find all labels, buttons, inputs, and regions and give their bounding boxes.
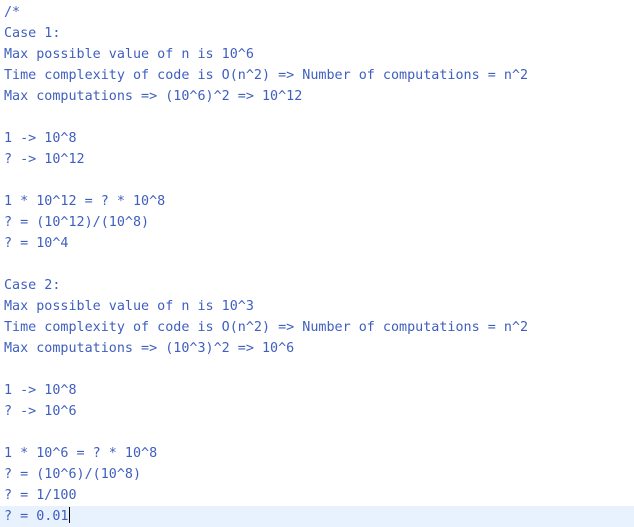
code-line[interactable]: Case 2: [0, 275, 634, 296]
code-line[interactable] [0, 107, 634, 128]
code-editor[interactable]: /* Case 1: Max possible value of n is 10… [0, 0, 634, 527]
code-line-text: Max computations => (10^3)^2 => 10^6 [4, 341, 295, 356]
code-line[interactable]: 1 * 10^6 = ? * 10^8 [0, 443, 634, 464]
code-line[interactable]: Max computations => (10^6)^2 => 10^12 [0, 86, 634, 107]
code-line-text: Max possible value of n is 10^6 [4, 47, 254, 62]
code-line-text: Case 1: [4, 26, 61, 41]
code-line[interactable]: Max computations => (10^3)^2 => 10^6 [0, 338, 634, 359]
code-line[interactable]: ? -> 10^6 [0, 401, 634, 422]
code-line-text: /* [4, 5, 21, 20]
code-line[interactable]: 1 * 10^12 = ? * 10^8 [0, 191, 634, 212]
code-line[interactable]: ? = 1/100 [0, 485, 634, 506]
code-line-text: Max possible value of n is 10^3 [4, 299, 254, 314]
code-line-text: 1 -> 10^8 [4, 383, 77, 398]
code-line-text: 1 * 10^6 = ? * 10^8 [4, 446, 158, 461]
code-line[interactable]: ? = 10^4 [0, 233, 634, 254]
code-line[interactable] [0, 422, 634, 443]
code-line-text: ? = (10^6)/(10^8) [4, 467, 142, 482]
code-line-text: ? = (10^12)/(10^8) [4, 215, 150, 230]
text-cursor [68, 507, 70, 523]
code-line-text: Time complexity of code is O(n^2) => Num… [4, 320, 529, 335]
code-line[interactable] [0, 359, 634, 380]
code-line[interactable]: Max possible value of n is 10^3 [0, 296, 634, 317]
code-line-text: Case 2: [4, 278, 61, 293]
code-line[interactable]: ? -> 10^12 [0, 149, 634, 170]
code-line[interactable]: /* [0, 2, 634, 23]
code-line[interactable]: Time complexity of code is O(n^2) => Num… [0, 65, 634, 86]
code-line-text: ? = 1/100 [4, 488, 77, 503]
code-line-text: ? = 10^4 [4, 236, 69, 251]
code-line-text: ? -> 10^6 [4, 404, 77, 419]
code-line[interactable]: 1 -> 10^8 [0, 128, 634, 149]
code-line[interactable] [0, 170, 634, 191]
code-line[interactable]: Case 1: [0, 23, 634, 44]
code-line[interactable]: 1 -> 10^8 [0, 380, 634, 401]
code-line[interactable]: Max possible value of n is 10^6 [0, 44, 634, 65]
code-line-text: ? -> 10^12 [4, 152, 85, 167]
code-line-text: Time complexity of code is O(n^2) => Num… [4, 68, 529, 83]
code-line[interactable]: ? = (10^6)/(10^8) [0, 464, 634, 485]
code-line[interactable] [0, 254, 634, 275]
code-line-text: ? = 0.01 [4, 509, 69, 524]
current-code-line[interactable]: ? = 0.01 [0, 506, 634, 527]
code-line-text: 1 -> 10^8 [4, 131, 77, 146]
code-line-text: 1 * 10^12 = ? * 10^8 [4, 194, 166, 209]
code-line[interactable]: ? = (10^12)/(10^8) [0, 212, 634, 233]
code-line[interactable]: Time complexity of code is O(n^2) => Num… [0, 317, 634, 338]
code-line-text: Max computations => (10^6)^2 => 10^12 [4, 89, 303, 104]
